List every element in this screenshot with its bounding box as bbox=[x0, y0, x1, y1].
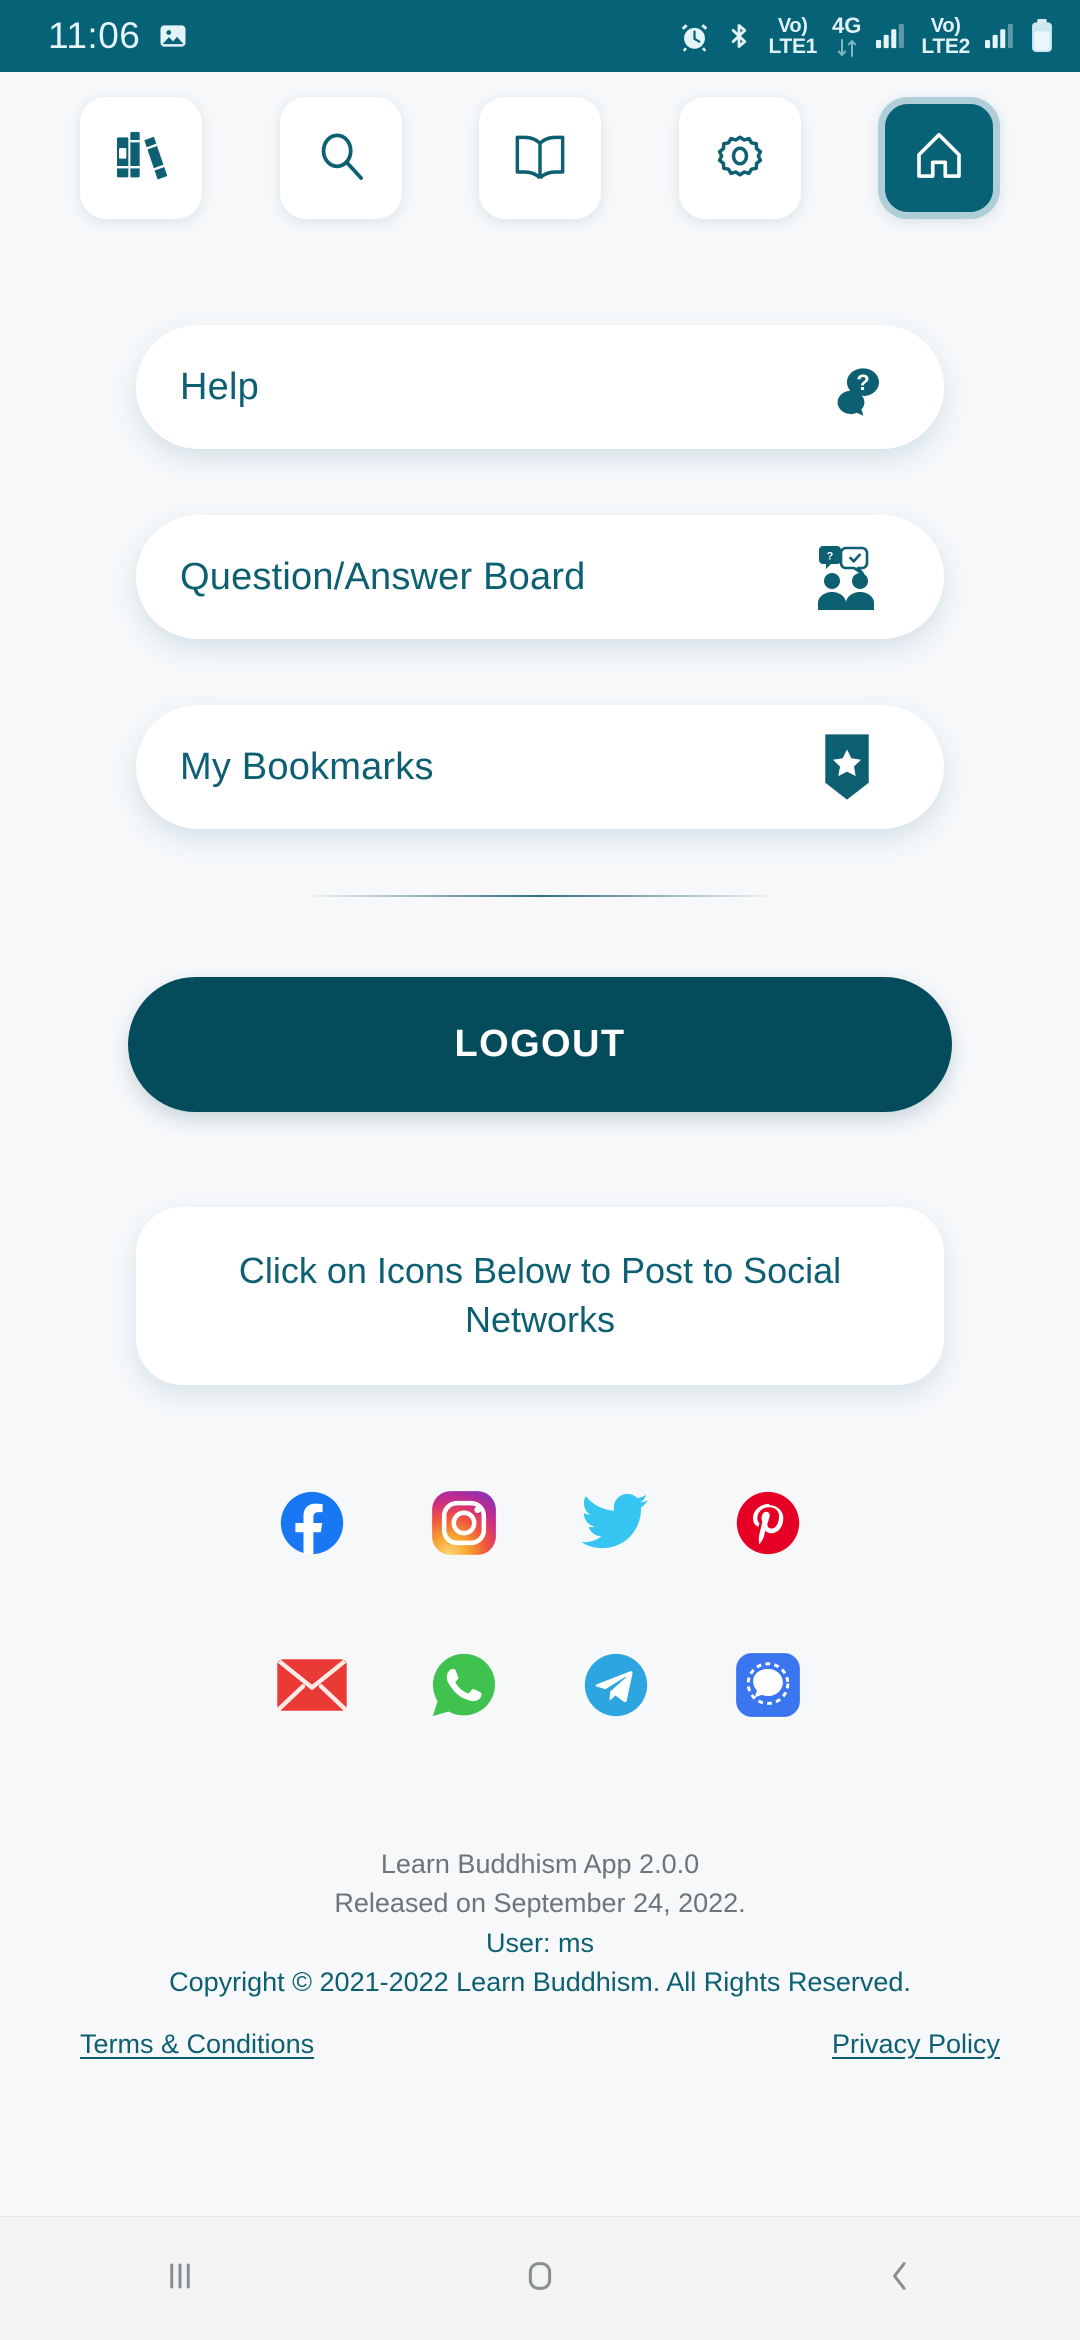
sim1-signal-icon bbox=[876, 23, 906, 49]
instagram-icon bbox=[432, 1491, 496, 1555]
system-navigation-bar bbox=[0, 2216, 1080, 2340]
nav-home-button[interactable] bbox=[465, 2217, 615, 2340]
pinterest-share-button[interactable] bbox=[732, 1487, 804, 1559]
alarm-icon bbox=[679, 21, 710, 52]
menu-card-label: My Bookmarks bbox=[180, 745, 434, 788]
home-square-icon bbox=[518, 2254, 562, 2303]
app-version-text: Learn Buddhism App 2.0.0 bbox=[380, 1849, 700, 1879]
sim2-network-label: LTE2 bbox=[921, 34, 970, 58]
signal-icon bbox=[736, 1653, 800, 1717]
nav-back-button[interactable] bbox=[825, 2217, 975, 2340]
top-toolbar bbox=[0, 72, 1080, 237]
footer-info: Learn Buddhism App 2.0.0 Released on Sep… bbox=[0, 1845, 1080, 2003]
status-bar-right: Vo) LTE1 4G Vo) LTE2 bbox=[679, 14, 1054, 57]
twitter-icon bbox=[581, 1493, 648, 1549]
sim2-signal-icon bbox=[985, 23, 1015, 49]
search-icon bbox=[310, 125, 372, 192]
pinterest-icon bbox=[736, 1491, 800, 1555]
sim1-network-label: LTE1 bbox=[768, 34, 818, 58]
menu-card-help[interactable]: Help ? bbox=[136, 325, 944, 449]
twitter-share-button[interactable] bbox=[580, 1487, 652, 1559]
open-book-icon bbox=[508, 124, 572, 193]
status-bar-clock: 11:06 bbox=[48, 15, 141, 56]
social-prompt-text: Click on Icons Below to Post to Social N… bbox=[238, 1250, 842, 1340]
social-icons-row-1 bbox=[0, 1487, 1080, 1559]
status-bar-left: 11:06 bbox=[48, 15, 188, 57]
privacy-policy-link[interactable]: Privacy Policy bbox=[832, 2029, 1000, 2060]
social-icons-row-2 bbox=[0, 1649, 1080, 1721]
svg-text:?: ? bbox=[827, 551, 834, 563]
network-type-indicator: 4G bbox=[832, 14, 861, 57]
question-speech-bubble-icon: ? bbox=[812, 356, 882, 418]
copyright-text: Copyright © 2021-2022 Learn Buddhism. Al… bbox=[169, 1967, 911, 1998]
toolbar-item-settings[interactable] bbox=[678, 97, 801, 219]
facebook-share-button[interactable] bbox=[276, 1487, 348, 1559]
main-content: Help ? Question/Answer Board ? My Bookma… bbox=[0, 237, 1080, 2340]
nav-recents-button[interactable] bbox=[105, 2217, 255, 2340]
menu-card-question-answer-board[interactable]: Question/Answer Board ? bbox=[136, 515, 944, 639]
sim2-volte-label: Vo) bbox=[930, 14, 961, 37]
telegram-share-button[interactable] bbox=[580, 1649, 652, 1721]
books-icon bbox=[109, 124, 173, 193]
whatsapp-share-button[interactable] bbox=[428, 1649, 500, 1721]
svg-text:?: ? bbox=[856, 370, 869, 395]
sim1-volte-label: Vo) bbox=[777, 14, 808, 37]
home-icon bbox=[909, 126, 969, 191]
back-chevron-icon bbox=[878, 2254, 922, 2303]
footer-links: Terms & Conditions Privacy Policy bbox=[0, 2029, 1080, 2060]
release-date-text: Released on September 24, 2022. bbox=[334, 1888, 746, 1919]
battery-icon bbox=[1030, 19, 1054, 53]
sim2-volte-indicator: Vo) LTE2 bbox=[921, 16, 970, 57]
toolbar-item-library-books[interactable] bbox=[80, 97, 202, 219]
menu-card-my-bookmarks[interactable]: My Bookmarks bbox=[136, 705, 944, 829]
toolbar-item-home[interactable] bbox=[878, 97, 1000, 219]
email-share-button[interactable] bbox=[276, 1649, 348, 1721]
status-bar: 11:06 Vo) LTE1 4G Vo) LTE2 bbox=[0, 0, 1080, 72]
toolbar-item-search[interactable] bbox=[279, 97, 402, 219]
sim1-volte-indicator: Vo) LTE1 bbox=[768, 16, 817, 57]
signal-share-button[interactable] bbox=[732, 1649, 804, 1721]
logout-button-label: LOGOUT bbox=[454, 1023, 626, 1065]
section-divider bbox=[305, 895, 775, 897]
facebook-icon bbox=[280, 1491, 344, 1555]
logout-button[interactable]: LOGOUT bbox=[128, 977, 952, 1112]
telegram-icon bbox=[584, 1653, 648, 1717]
recents-icon bbox=[158, 2254, 202, 2303]
bluetooth-icon bbox=[725, 21, 753, 51]
bookmark-star-icon bbox=[812, 732, 882, 802]
gallery-image-icon bbox=[158, 21, 188, 51]
network-type-label: 4G bbox=[832, 13, 862, 39]
terms-and-conditions-link[interactable]: Terms & Conditions bbox=[80, 2029, 314, 2060]
menu-card-label: Question/Answer Board bbox=[180, 555, 586, 598]
instagram-share-button[interactable] bbox=[428, 1487, 500, 1559]
menu-card-label: Help bbox=[180, 365, 259, 408]
email-icon bbox=[277, 1659, 347, 1711]
toolbar-item-read[interactable] bbox=[479, 97, 601, 219]
app-screen: 11:06 Vo) LTE1 4G Vo) LTE2 Help ? Questi… bbox=[0, 0, 1080, 2340]
two-people-qa-icon: ? bbox=[812, 542, 882, 612]
whatsapp-icon bbox=[432, 1653, 496, 1717]
gear-icon bbox=[709, 125, 771, 192]
current-user-text: User: ms bbox=[486, 1927, 594, 1958]
data-transfer-arrows-icon bbox=[837, 38, 856, 57]
social-prompt-card: Click on Icons Below to Post to Social N… bbox=[136, 1207, 944, 1385]
